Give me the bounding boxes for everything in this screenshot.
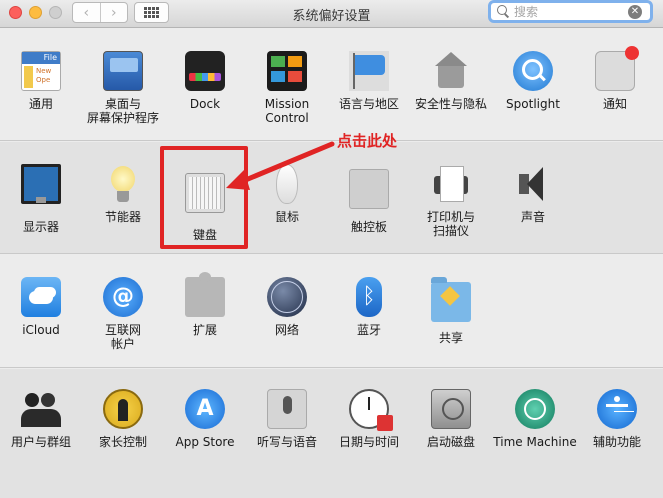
spotlight-icon — [513, 51, 553, 91]
pane-label: 打印机与 扫描仪 — [426, 210, 475, 238]
pane-language-region[interactable]: 语言与地区 — [328, 51, 410, 111]
internet-accounts-icon: @ — [103, 277, 143, 317]
security-house-icon — [431, 51, 471, 91]
parental-controls-icon — [103, 389, 143, 429]
pane-dock[interactable]: Dock — [164, 51, 246, 111]
pane-label: 扩展 — [192, 323, 217, 337]
search-field[interactable]: ✕ — [488, 0, 653, 23]
pane-label: 日期与时间 — [338, 435, 399, 449]
pane-printers-scanners[interactable]: 打印机与 扫描仪 — [410, 164, 492, 238]
network-globe-icon — [267, 277, 307, 317]
extensions-puzzle-icon — [185, 272, 225, 317]
pane-trackpad[interactable]: 触控板 — [328, 164, 410, 234]
accessibility-icon — [597, 389, 637, 429]
pane-label: Dock — [189, 97, 221, 111]
pane-label: 听写与语音 — [256, 435, 317, 449]
pane-label: 通知 — [602, 97, 627, 111]
pane-label: Spotlight — [506, 97, 560, 111]
pane-general[interactable]: File New Ope 通用 — [0, 51, 82, 111]
title-bar: ‹ › 系统偏好设置 ✕ — [0, 0, 663, 28]
preferences-section-internet: iCloud @ 互联网 帐户 扩展 网络 ᛒ 蓝牙 共享 — [0, 255, 663, 368]
pane-dictation-speech[interactable]: 听写与语音 — [246, 389, 328, 449]
pane-label: 显示器 — [22, 220, 59, 234]
annotation-arrow-icon — [226, 141, 335, 190]
pane-sharing[interactable]: 共享 — [410, 277, 492, 345]
pane-internet-accounts[interactable]: @ 互联网 帐户 — [82, 277, 164, 351]
pane-icloud[interactable]: iCloud — [0, 277, 82, 337]
pane-startup-disk[interactable]: 启动磁盘 — [410, 389, 492, 449]
pane-security-privacy[interactable]: 安全性与隐私 — [410, 51, 492, 111]
mission-control-icon — [267, 51, 307, 91]
pane-label: 安全性与隐私 — [414, 97, 487, 111]
energy-bulb-icon — [103, 164, 143, 204]
pane-app-store[interactable]: A App Store — [164, 389, 246, 449]
icloud-icon — [21, 277, 61, 317]
sharing-folder-icon — [431, 277, 471, 322]
pane-energy-saver[interactable]: 节能器 — [82, 164, 164, 224]
preferences-section-personal: File New Ope 通用 桌面与 屏幕保护程序 Dock Mission … — [0, 29, 663, 141]
pane-date-time[interactable]: 日期与时间 — [328, 389, 410, 449]
pane-notifications[interactable]: 通知 — [574, 46, 656, 111]
pane-label: 语言与地区 — [338, 97, 399, 111]
preferences-section-system: 用户与群组 家长控制 A App Store 听写与语音 日期与时间 启动磁盘 … — [0, 369, 663, 498]
app-store-icon: A — [185, 389, 225, 429]
pane-sound[interactable]: 声音 — [492, 164, 574, 224]
pane-extensions[interactable]: 扩展 — [164, 272, 246, 337]
pane-label: Time Machine — [493, 435, 577, 449]
notifications-icon — [595, 46, 639, 91]
search-input[interactable] — [514, 4, 624, 19]
pane-label: 共享 — [438, 331, 463, 345]
printer-icon — [431, 164, 471, 204]
pane-spotlight[interactable]: Spotlight — [492, 51, 574, 111]
pane-label: App Store — [175, 435, 235, 449]
dictation-mic-icon — [267, 389, 307, 429]
speaker-icon — [513, 164, 553, 204]
pane-mission-control[interactable]: Mission Control — [246, 51, 328, 125]
pane-displays[interactable]: 显示器 — [0, 164, 82, 234]
pane-time-machine[interactable]: Time Machine — [492, 389, 578, 449]
time-machine-icon — [515, 389, 555, 429]
pane-label: 声音 — [520, 210, 545, 224]
trackpad-icon — [349, 169, 389, 209]
clear-icon[interactable]: ✕ — [628, 4, 642, 19]
pane-label: 桌面与 屏幕保护程序 — [86, 97, 159, 125]
pane-accessibility[interactable]: 辅助功能 — [576, 389, 658, 449]
general-icon-header: File — [22, 52, 60, 64]
general-icon-side — [24, 66, 33, 88]
pane-users-groups[interactable]: 用户与群组 — [0, 389, 82, 449]
startup-disk-icon — [431, 389, 471, 429]
display-icon — [21, 164, 61, 204]
bluetooth-icon: ᛒ — [356, 277, 382, 317]
annotation-callout: 点击此处 — [337, 132, 398, 150]
users-icon — [21, 389, 61, 429]
pane-label: 鼠标 — [274, 210, 299, 224]
dock-icon — [185, 51, 225, 91]
pane-label: iCloud — [22, 323, 60, 337]
pane-label: 启动磁盘 — [426, 435, 475, 449]
pane-label: 网络 — [274, 323, 299, 337]
pane-network[interactable]: 网络 — [246, 277, 328, 337]
pane-label: 互联网 帐户 — [104, 323, 141, 351]
pane-label: 家长控制 — [98, 435, 147, 449]
pane-label: 触控板 — [350, 220, 387, 234]
general-icon: File New Ope — [21, 51, 61, 91]
pane-label: 蓝牙 — [356, 323, 381, 337]
pane-desktop-screensaver[interactable]: 桌面与 屏幕保护程序 — [82, 51, 164, 125]
pane-label: 辅助功能 — [592, 435, 641, 449]
date-time-clock-icon — [349, 389, 393, 431]
pane-parental-controls[interactable]: 家长控制 — [82, 389, 164, 449]
language-flag-icon — [349, 51, 389, 91]
pane-label: 节能器 — [104, 210, 141, 224]
search-icon — [496, 3, 514, 20]
desktop-icon — [103, 51, 143, 91]
general-icon-text: New Ope — [36, 67, 52, 84]
pane-label: 用户与群组 — [10, 435, 71, 449]
pane-bluetooth[interactable]: ᛒ 蓝牙 — [328, 277, 410, 337]
pane-label: 通用 — [28, 97, 53, 111]
pane-label: Mission Control — [264, 97, 310, 125]
